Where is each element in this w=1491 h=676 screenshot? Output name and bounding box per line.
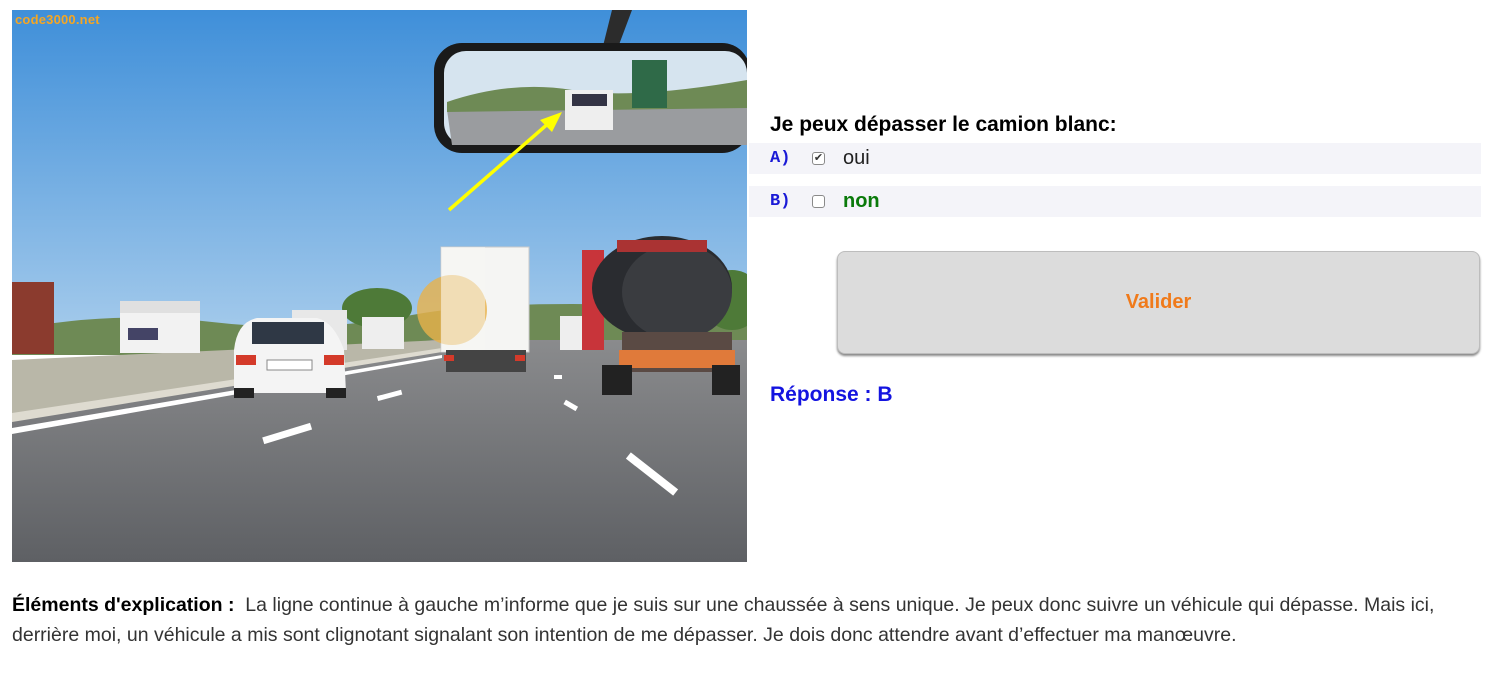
answer-option-b[interactable]: B) non [749, 186, 1481, 217]
answer-checkbox-a[interactable]: ✔ [812, 152, 825, 165]
watermark-text: code3000.net [15, 12, 100, 27]
road-scene-illustration [12, 10, 747, 562]
answer-letter-b: B) [770, 192, 791, 211]
validate-button[interactable]: Valider [837, 251, 1480, 354]
checkmark-icon: ✔ [813, 152, 824, 164]
answer-checkbox-b[interactable] [812, 195, 825, 208]
answer-option-a[interactable]: A) ✔ oui [749, 143, 1481, 174]
explanation-label: Éléments d'explication : [12, 594, 235, 616]
explanation-paragraph: Éléments d'explication : La ligne contin… [12, 590, 1472, 650]
question-text: Je peux dépasser le camion blanc: [770, 113, 1117, 136]
answer-letter-a: A) [770, 149, 791, 168]
response-text: Réponse : B [770, 383, 893, 406]
road-photo: code3000.net [12, 10, 747, 562]
answer-label-b: non [843, 190, 880, 212]
answer-label-a: oui [843, 147, 870, 169]
